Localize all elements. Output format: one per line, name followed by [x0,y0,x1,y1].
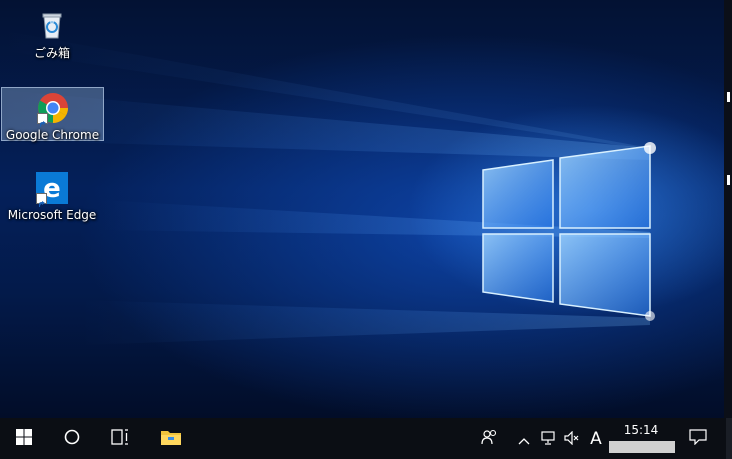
logo-pane-bottom-left [482,233,554,303]
logo-pane-top-left [482,159,554,229]
clock-date-redacted [609,441,675,453]
desktop-icon-label: Microsoft Edge [7,208,97,222]
windows-start-icon [16,428,32,449]
desktop-icon-google-chrome[interactable]: Google Chrome [1,87,104,142]
taskbar: A 15:14 [0,418,732,459]
search-button[interactable] [48,418,96,459]
shortcut-arrow-icon [36,113,48,127]
action-center-button[interactable] [688,429,708,449]
task-view-icon [111,428,129,449]
shortcut-arrow-icon [36,193,47,207]
ime-mode-label: A [590,429,602,449]
people-button[interactable] [480,429,500,449]
desktop-icon-label: Google Chrome [5,128,100,142]
desktop-icon-label: ごみ箱 [33,46,70,60]
wallpaper-light-beams [0,30,656,345]
chevron-up-icon [518,430,530,449]
recycle-bin-icon [36,8,68,40]
edge-marker [727,175,730,185]
taskbar-file-explorer[interactable] [148,418,194,459]
file-explorer-icon [160,428,182,450]
logo-pane-bottom-right [559,233,651,317]
edge-icon: e [36,172,68,207]
logo-pane-top-right [559,145,651,229]
show-hidden-icons-button[interactable] [516,430,532,448]
action-center-icon [689,429,707,449]
volume-muted-icon [564,430,580,449]
desktop-icon-microsoft-edge[interactable]: e Microsoft Edge [2,168,102,226]
chrome-icon [36,92,69,127]
cortana-circle-icon [64,429,80,449]
volume-button[interactable] [563,430,581,448]
ime-indicator[interactable]: A [587,429,605,449]
desktop-wallpaper: ごみ箱 Google Chrome e Microsoft Edge [0,0,732,418]
right-edge-strip [724,0,732,418]
people-icon [481,429,499,449]
network-icon [541,430,557,449]
clock-time: 15:14 [623,423,659,437]
show-desktop-button[interactable] [726,418,732,459]
task-view-button[interactable] [96,418,144,459]
start-button[interactable] [0,418,48,459]
desktop-icon-recycle-bin[interactable]: ごみ箱 [2,4,102,62]
edge-marker [727,92,730,102]
network-button[interactable] [540,430,558,448]
